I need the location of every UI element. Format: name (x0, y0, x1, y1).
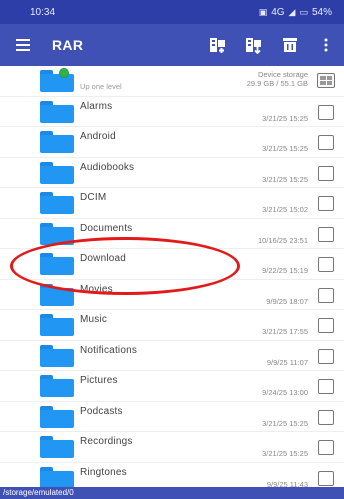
select-checkbox[interactable] (318, 135, 334, 150)
archive-add-icon[interactable] (200, 24, 236, 66)
select-checkbox[interactable] (318, 470, 334, 486)
file-date: 3/21/25 15:25 (262, 113, 308, 123)
folder-icon (40, 131, 74, 153)
file-date: 3/21/25 15:02 (262, 205, 308, 214)
file-date: 3/21/25 15:25 (262, 144, 308, 153)
folder-icon (40, 222, 74, 245)
file-date: 3/21/25 15:25 (262, 174, 308, 184)
folder-icon (40, 161, 74, 184)
file-date: 9/24/25 13:00 (262, 388, 308, 397)
up-one-level-label: Up one level (80, 82, 122, 91)
file-name: Documents (80, 222, 133, 234)
wifi-icon: ◢ (288, 6, 296, 17)
grid-view-icon[interactable] (317, 73, 335, 88)
file-name: Android (80, 131, 116, 142)
delete-icon[interactable] (272, 24, 308, 66)
file-list: Up one level Device storage 29.9 GB / 55… (0, 66, 344, 493)
menu-icon[interactable] (0, 24, 46, 66)
folder-icon (40, 283, 74, 306)
file-row[interactable]: Documents 10/16/25 23:51 (0, 219, 344, 249)
storage-usage: 29.9 GB / 55.1 GB (246, 79, 308, 88)
file-name: Music (80, 314, 108, 325)
archive-extract-icon[interactable] (236, 24, 272, 66)
file-row[interactable]: Android 3/21/25 15:25 (0, 127, 344, 158)
more-vert-icon[interactable] (308, 24, 344, 66)
folder-icon (40, 192, 74, 214)
select-checkbox[interactable] (318, 287, 334, 303)
file-row[interactable]: Pictures 9/24/25 13:00 (0, 371, 344, 402)
file-date: 9/9/25 18:07 (266, 296, 308, 306)
folder-icon (40, 466, 74, 489)
file-date: 3/21/25 15:25 (262, 418, 308, 428)
file-name: Notifications (80, 344, 138, 356)
battery-level: 54% (311, 6, 332, 18)
folder-icon (40, 344, 74, 367)
path-bar: /storage/emulated/0 (0, 487, 344, 499)
folder-icon (40, 253, 74, 275)
file-name: Recordings (80, 436, 133, 447)
select-checkbox[interactable] (318, 226, 334, 242)
select-checkbox[interactable] (318, 257, 334, 272)
network-type: 4G (271, 6, 285, 18)
status-bar: 10:34 ▣ 4G ◢ ▭ 54% (0, 0, 344, 24)
file-row[interactable]: Podcasts 3/21/25 15:25 (0, 402, 344, 432)
file-name: Movies (80, 283, 113, 295)
battery-icon: ▭ (299, 6, 308, 17)
select-checkbox[interactable] (318, 409, 334, 425)
select-checkbox[interactable] (318, 104, 334, 120)
file-row[interactable]: Alarms 3/21/25 15:25 (0, 97, 344, 127)
status-indicators: ▣ 4G ◢ ▭ 54% (259, 7, 332, 18)
select-checkbox[interactable] (318, 318, 334, 333)
file-name: Download (80, 253, 127, 264)
app-bar: RAR (0, 24, 344, 66)
file-name: Audiobooks (80, 161, 135, 173)
file-name: DCIM (80, 192, 107, 203)
storage-info: Device storage 29.9 GB / 55.1 GB (247, 70, 308, 88)
status-time: 10:34 (30, 6, 56, 18)
file-name: Podcasts (80, 405, 123, 417)
file-name: Pictures (80, 375, 118, 386)
file-row[interactable]: DCIM 3/21/25 15:02 (0, 188, 344, 219)
folder-icon (40, 100, 74, 123)
select-checkbox[interactable] (318, 348, 334, 364)
folder-icon (40, 436, 74, 458)
file-row[interactable]: Music 3/21/25 17:55 (0, 310, 344, 341)
file-row[interactable]: Audiobooks 3/21/25 15:25 (0, 158, 344, 188)
file-date: 3/21/25 15:25 (262, 449, 308, 458)
file-name: Alarms (80, 100, 113, 112)
storage-name: Device storage (257, 70, 308, 79)
select-checkbox[interactable] (318, 165, 334, 181)
file-row[interactable]: Movies 9/9/25 18:07 (0, 280, 344, 310)
up-one-level-row[interactable]: Up one level Device storage 29.9 GB / 55… (0, 66, 344, 97)
folder-icon (40, 375, 74, 397)
signal-icon: ▣ (258, 6, 268, 17)
file-row[interactable]: Notifications 9/9/25 11:07 (0, 341, 344, 371)
file-date: 3/21/25 17:55 (262, 327, 308, 336)
file-date: 9/9/25 11:07 (266, 357, 308, 367)
folder-up-icon (40, 68, 74, 92)
app-title: RAR (52, 37, 84, 53)
select-checkbox[interactable] (318, 440, 334, 455)
folder-icon (40, 314, 74, 336)
select-checkbox[interactable] (318, 379, 334, 394)
file-date: 9/22/25 15:19 (262, 266, 308, 275)
select-checkbox[interactable] (318, 196, 334, 211)
file-row[interactable]: Download 9/22/25 15:19 (0, 249, 344, 280)
file-name: Ringtones (80, 466, 127, 478)
file-date: 10/16/25 23:51 (257, 235, 308, 245)
folder-icon (40, 405, 74, 428)
file-row[interactable]: Recordings 3/21/25 15:25 (0, 432, 344, 463)
